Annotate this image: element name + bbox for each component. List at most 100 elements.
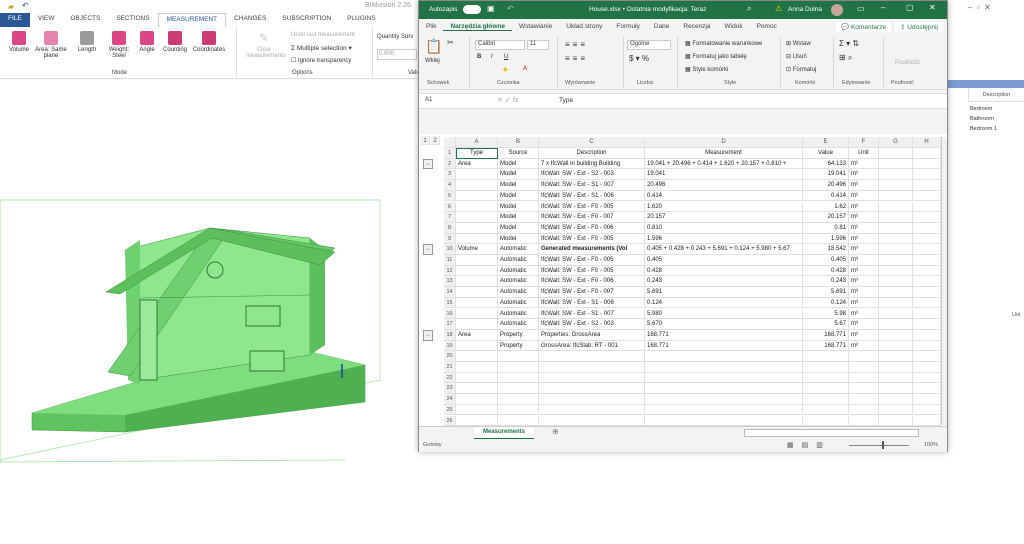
cell-D26[interactable]: [645, 415, 803, 427]
row-header[interactable]: 14: [444, 287, 456, 298]
zoom-slider-thumb[interactable]: [882, 441, 884, 449]
cell-F14[interactable]: m³: [849, 287, 879, 298]
cell-B23[interactable]: [498, 383, 539, 395]
excel-tab-5[interactable]: Dane: [647, 23, 677, 31]
number-format-select[interactable]: Ogólne: [627, 40, 671, 50]
cell-B5[interactable]: Model: [498, 190, 539, 202]
cell-E21[interactable]: [803, 362, 849, 373]
bim-tab-plugins[interactable]: PLUGINS: [339, 13, 384, 27]
cell-B26[interactable]: [498, 415, 539, 427]
comments-button[interactable]: 💬 Komentarze: [836, 21, 892, 32]
cell-B8[interactable]: Model: [498, 222, 539, 234]
format-cells-button[interactable]: ⊡ Formatuj: [786, 66, 816, 73]
cell-G10[interactable]: [879, 244, 913, 255]
cell-C19[interactable]: GrossArea: IfcSlab: RT - 001: [539, 340, 645, 352]
cell-D14[interactable]: 5.691: [645, 287, 803, 298]
cell-C16[interactable]: IfcWall: SW - Ext - S1 - 007: [539, 308, 645, 320]
cell-A2[interactable]: Area: [456, 158, 498, 170]
cell-A18[interactable]: Area: [456, 329, 498, 341]
row-header[interactable]: 19: [444, 340, 456, 352]
cell-H7[interactable]: [913, 212, 941, 223]
cell-D2[interactable]: 19.041 + 20.496 + 0.414 + 1.620 + 20.157…: [645, 158, 803, 170]
cell-D15[interactable]: 0.124: [645, 297, 803, 309]
cell-G13[interactable]: [879, 276, 913, 288]
cell-B6[interactable]: Model: [498, 201, 539, 213]
cell-B11[interactable]: Automatic: [498, 255, 539, 266]
cell-F4[interactable]: m²: [849, 180, 879, 191]
cell-G16[interactable]: [879, 308, 913, 320]
cell-F22[interactable]: [849, 372, 879, 384]
column-header-C[interactable]: C: [539, 137, 645, 148]
cell-E23[interactable]: [803, 383, 849, 395]
cell-E20[interactable]: [803, 351, 849, 362]
cell-B25[interactable]: [498, 404, 539, 416]
cell-G5[interactable]: [879, 190, 913, 202]
mode-button-1[interactable]: Area: Same plane: [34, 31, 68, 59]
row-header[interactable]: 4: [444, 180, 456, 191]
3d-viewport[interactable]: [0, 80, 418, 542]
conditional-formatting-button[interactable]: ▦ Formatowanie warunkowe: [685, 40, 762, 47]
cell-D10[interactable]: 0.405 + 0.428 + 0.243 + 5.691 + 0.124 + …: [645, 244, 803, 255]
cell-A3[interactable]: [456, 169, 498, 181]
cell-B20[interactable]: [498, 351, 539, 362]
cell-H14[interactable]: [913, 287, 941, 298]
cell-C26[interactable]: [539, 415, 645, 427]
cell-A25[interactable]: [456, 404, 498, 416]
panel-row[interactable]: Bedroom 1: [970, 126, 997, 132]
user-name[interactable]: Anna Dulna: [788, 6, 822, 13]
cell-C11[interactable]: IfcWall: SW - Ext - F0 - 005: [539, 255, 645, 266]
cell-H11[interactable]: [913, 255, 941, 266]
cell-E10[interactable]: 18.542: [803, 244, 849, 255]
cell-B17[interactable]: Automatic: [498, 319, 539, 330]
cell-H19[interactable]: [913, 340, 941, 352]
cell-H24[interactable]: [913, 394, 941, 405]
cell-H12[interactable]: [913, 265, 941, 277]
cell-E12[interactable]: 0.428: [803, 265, 849, 277]
cell-E26[interactable]: [803, 415, 849, 427]
cell-C10[interactable]: Generated measurements (Vol: [539, 244, 645, 255]
cell-C22[interactable]: [539, 372, 645, 384]
minimize-icon[interactable]: –: [881, 3, 885, 12]
cell-B10[interactable]: Automatic: [498, 244, 539, 255]
cell-A11[interactable]: [456, 255, 498, 266]
cell-B12[interactable]: Automatic: [498, 265, 539, 277]
excel-tab-2[interactable]: Wstawianie: [512, 23, 559, 31]
cell-F23[interactable]: [849, 383, 879, 395]
cell-F25[interactable]: [849, 404, 879, 416]
cell-A23[interactable]: [456, 383, 498, 395]
cell-F6[interactable]: m²: [849, 201, 879, 213]
cell-C8[interactable]: IfcWall: SW - Ext - F0 - 006: [539, 222, 645, 234]
cell-H2[interactable]: [913, 158, 941, 170]
cell-A17[interactable]: [456, 319, 498, 330]
column-header-A[interactable]: A: [456, 137, 498, 148]
cell-F15[interactable]: m³: [849, 297, 879, 309]
cell-E4[interactable]: 20.496: [803, 180, 849, 191]
cell-H25[interactable]: [913, 404, 941, 416]
cell-F1[interactable]: Unit: [849, 148, 879, 159]
excel-tab-0[interactable]: Plik: [419, 23, 443, 31]
cell-C25[interactable]: [539, 404, 645, 416]
cell-F17[interactable]: m³: [849, 319, 879, 330]
undo-icon[interactable]: ↶: [507, 4, 514, 13]
cell-D6[interactable]: 1.620: [645, 201, 803, 213]
cell-B15[interactable]: Automatic: [498, 297, 539, 309]
row-header[interactable]: 8: [444, 222, 456, 234]
outline-level-1[interactable]: 1: [421, 136, 430, 145]
cell-A13[interactable]: [456, 276, 498, 288]
cell-D22[interactable]: [645, 372, 803, 384]
row-header[interactable]: 11: [444, 255, 456, 266]
undo-last-measurement-button[interactable]: Undo last measurement: [291, 32, 355, 38]
bold-button[interactable]: B: [477, 54, 481, 60]
cell-F16[interactable]: m³: [849, 308, 879, 320]
cell-A10[interactable]: Volume: [456, 244, 498, 255]
cell-F26[interactable]: [849, 415, 879, 427]
row-header[interactable]: 10: [444, 244, 456, 255]
cell-B1[interactable]: Source: [498, 148, 539, 159]
cell-E18[interactable]: 168.771: [803, 329, 849, 341]
cell-H26[interactable]: [913, 415, 941, 427]
cell-E24[interactable]: [803, 394, 849, 405]
cell-C9[interactable]: IfcWall: SW - Ext - F0 - 005: [539, 233, 645, 245]
cell-G9[interactable]: [879, 233, 913, 245]
row-header[interactable]: 22: [444, 372, 456, 384]
sheet-tab-measurements[interactable]: Measurements: [474, 427, 534, 439]
